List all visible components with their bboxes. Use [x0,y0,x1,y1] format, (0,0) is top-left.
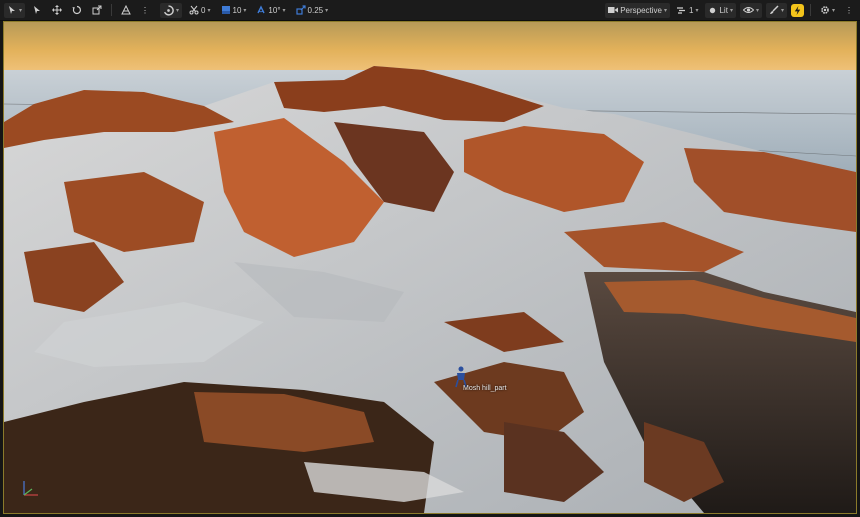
chevron-down-icon: ▾ [19,7,23,14]
rotation-snap-value: 10° [268,5,281,15]
rotate-icon [72,5,82,15]
brush-icon [769,5,779,14]
speed-icon [677,6,686,14]
select-mode-icon [9,6,15,14]
toolbar-left-group: ▾ ⋮ [0,2,156,18]
camera-speed-value: 1 [689,5,694,15]
scale-tool-button[interactable] [89,3,105,18]
lit-mode-label: Lit [719,5,728,15]
rotate-snap-value: 0 [201,5,206,15]
camera-speed-dropdown[interactable]: 1 ▾ [674,3,701,18]
view-mode-label: Perspective [620,5,662,15]
chevron-down-icon: ▾ [780,7,784,14]
scale-snap-dropdown[interactable]: 0.25 ▾ [293,3,332,18]
chevron-down-icon: ▾ [282,7,286,14]
surface-snap-icon [164,4,174,16]
camera-icon [608,7,619,13]
toolbar-snap-group: ▾ 0 ▾ 10 ▾ 10° ▾ 0.25 ▾ [156,2,335,18]
toolbar-divider [809,4,811,16]
chevron-down-icon: ▾ [176,7,180,14]
toolbar-right-group: Perspective ▾ 1 ▾ Lit ▾ ▾ ▾ ▾ ⋮ [601,2,860,18]
sun-icon [710,7,716,13]
realtime-toggle-button[interactable]: ▾ [160,2,183,18]
chevron-down-icon: ▾ [325,7,329,14]
eye-icon [742,7,754,13]
viewport-options-button[interactable]: ▾ [4,2,26,18]
rotation-snap-dropdown[interactable]: 10° ▾ [253,3,288,18]
chevron-down-icon: ▾ [755,7,759,14]
chevron-down-icon: ▾ [664,7,668,14]
chevron-down-icon: ▾ [243,7,247,14]
cursor-icon [34,6,41,14]
level-viewport[interactable]: Mosh hill_part [3,21,857,514]
coordinate-system-button[interactable] [118,3,134,18]
vertical-dots-icon: ⋮ [845,5,853,15]
move-icon [52,5,63,15]
rotate-snap-dropdown[interactable]: 0 ▾ [186,3,213,18]
axis-gizmo-icon [23,481,38,496]
lightning-icon [794,5,801,15]
more-options-button[interactable]: ⋮ [138,3,152,18]
perspective-dropdown[interactable]: Perspective ▾ [605,2,671,18]
viewport-menu-button[interactable]: ⋮ [842,3,856,18]
lit-mode-dropdown[interactable]: Lit ▾ [705,2,736,18]
settings-dropdown[interactable]: ▾ [817,3,838,18]
show-flags-dropdown[interactable]: ▾ [739,2,762,18]
chevron-down-icon: ▾ [831,7,835,14]
select-tool-button[interactable] [29,3,45,18]
landscape-render [4,22,856,513]
chevron-down-icon: ▾ [695,7,699,14]
game-view-toggle[interactable] [790,3,804,17]
scale-icon [92,5,102,15]
rotate-tool-button[interactable] [69,3,85,18]
chevron-down-icon: ▾ [207,7,211,14]
chevron-down-icon: ▾ [729,7,733,14]
scissors-icon [189,5,199,15]
grid-snap-icon [221,6,230,14]
gear-icon [821,6,829,14]
scale-snap-value: 0.25 [307,5,324,15]
scale-snap-icon [295,5,306,15]
location-snap-value: 10 [232,5,242,15]
angle-snap-icon [257,5,266,14]
location-snap-dropdown[interactable]: 10 ▾ [218,3,250,18]
actor-label: Mosh hill_part [463,385,507,392]
toolbar-divider [111,4,113,16]
vertical-dots-icon: ⋮ [141,5,150,15]
viewport-toolbar: ▾ ⋮ ▾ 0 ▾ 10 ▾ 10° ▾ 0.25 ▾ Perspective … [0,0,860,21]
performance-dropdown[interactable]: ▾ [765,2,787,18]
world-axes-icon [121,5,131,15]
translate-tool-button[interactable] [49,3,65,18]
